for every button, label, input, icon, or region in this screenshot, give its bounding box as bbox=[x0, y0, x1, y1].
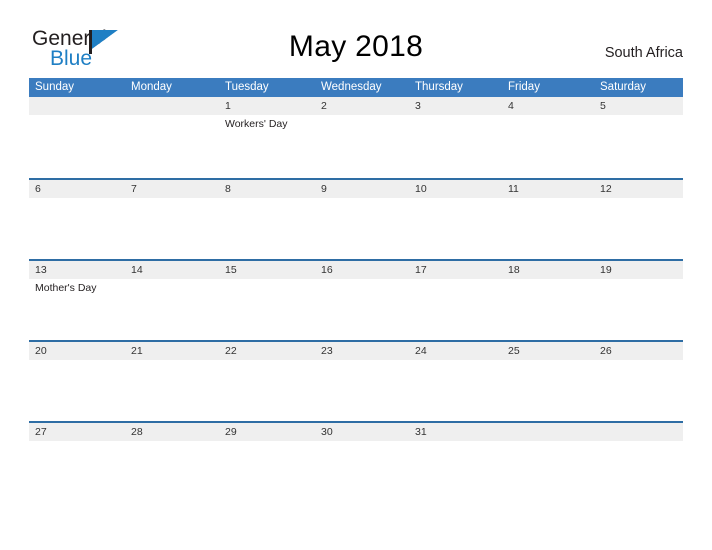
weekday-header-monday: Monday bbox=[131, 81, 172, 93]
calendar-weeks: 1 Workers' Day 2 3 4 5 6 7 8 9 10 11 12 13 Mother's Da… bbox=[29, 97, 683, 502]
day-number: 19 bbox=[600, 264, 612, 276]
calendar-day-cell[interactable]: 14 bbox=[125, 261, 219, 342]
country-label: South Africa bbox=[604, 45, 683, 61]
calendar-day-cell[interactable]: 23 bbox=[315, 342, 409, 423]
day-number: 6 bbox=[35, 183, 41, 195]
day-number: 18 bbox=[508, 264, 520, 276]
week-cells: 6 7 8 9 10 11 12 bbox=[29, 180, 683, 261]
calendar-day-cell[interactable]: 4 bbox=[502, 97, 594, 178]
weekday-header-thursday: Thursday bbox=[415, 81, 463, 93]
calendar-day-cell[interactable]: 30 bbox=[315, 423, 409, 504]
day-number: 22 bbox=[225, 345, 237, 357]
weekday-header-saturday: Saturday bbox=[600, 81, 647, 93]
calendar-day-cell[interactable]: 13 Mother's Day bbox=[29, 261, 125, 342]
calendar-day-cell[interactable]: 5 bbox=[594, 97, 683, 178]
day-number: 30 bbox=[321, 426, 333, 438]
calendar-day-cell[interactable]: 10 bbox=[409, 180, 502, 261]
calendar-day-cell[interactable]: 25 bbox=[502, 342, 594, 423]
day-number: 23 bbox=[321, 345, 333, 357]
day-number: 3 bbox=[415, 100, 421, 112]
day-event-label: Mother's Day bbox=[35, 282, 97, 294]
day-number: 7 bbox=[131, 183, 137, 195]
calendar-week-row: 27 28 29 30 31 bbox=[29, 421, 683, 502]
day-number: 9 bbox=[321, 183, 327, 195]
calendar-day-cell-empty bbox=[29, 97, 125, 178]
day-number: 13 bbox=[35, 264, 47, 276]
calendar-day-cell[interactable]: 1 Workers' Day bbox=[219, 97, 315, 178]
day-number: 14 bbox=[131, 264, 143, 276]
calendar-day-cell-empty bbox=[502, 423, 594, 504]
calendar-week-row: 6 7 8 9 10 11 12 bbox=[29, 178, 683, 259]
calendar-day-cell[interactable]: 22 bbox=[219, 342, 315, 423]
weekday-header-row: Sunday Monday Tuesday Wednesday Thursday Frid… bbox=[29, 78, 683, 97]
day-number: 28 bbox=[131, 426, 143, 438]
calendar-day-cell[interactable]: 20 bbox=[29, 342, 125, 423]
calendar-day-cell[interactable]: 7 bbox=[125, 180, 219, 261]
day-number: 11 bbox=[508, 183, 519, 195]
calendar-day-cell[interactable]: 8 bbox=[219, 180, 315, 261]
calendar-day-cell[interactable]: 29 bbox=[219, 423, 315, 504]
day-number: 31 bbox=[415, 426, 427, 438]
calendar-week-row: 20 21 22 23 24 25 26 bbox=[29, 340, 683, 421]
day-number: 15 bbox=[225, 264, 237, 276]
calendar-page: General Blue May 2018 South Africa Sunda… bbox=[0, 0, 712, 550]
calendar-week-row: 13 Mother's Day 14 15 16 17 18 19 bbox=[29, 259, 683, 340]
day-number: 21 bbox=[131, 345, 143, 357]
calendar-day-cell-empty bbox=[125, 97, 219, 178]
week-cells: 1 Workers' Day 2 3 4 5 bbox=[29, 97, 683, 178]
weekday-header-sunday: Sunday bbox=[35, 81, 75, 93]
day-event-label: Workers' Day bbox=[225, 118, 288, 130]
day-number: 27 bbox=[35, 426, 47, 438]
calendar-day-cell[interactable]: 9 bbox=[315, 180, 409, 261]
calendar-day-cell[interactable]: 12 bbox=[594, 180, 683, 261]
calendar-day-cell[interactable]: 3 bbox=[409, 97, 502, 178]
calendar-day-cell[interactable]: 17 bbox=[409, 261, 502, 342]
calendar-day-cell[interactable]: 2 bbox=[315, 97, 409, 178]
week-cells: 13 Mother's Day 14 15 16 17 18 19 bbox=[29, 261, 683, 342]
day-number: 26 bbox=[600, 345, 612, 357]
weekday-header-tuesday: Tuesday bbox=[225, 81, 269, 93]
calendar-day-cell[interactable]: 16 bbox=[315, 261, 409, 342]
day-number: 24 bbox=[415, 345, 427, 357]
day-number: 20 bbox=[35, 345, 47, 357]
day-number: 12 bbox=[600, 183, 612, 195]
day-number: 2 bbox=[321, 100, 327, 112]
calendar-day-cell-empty bbox=[594, 423, 683, 504]
weekday-header-wednesday: Wednesday bbox=[321, 81, 382, 93]
week-cells: 27 28 29 30 31 bbox=[29, 423, 683, 504]
calendar-week-row: 1 Workers' Day 2 3 4 5 bbox=[29, 97, 683, 178]
weekday-header-friday: Friday bbox=[508, 81, 540, 93]
calendar-day-cell[interactable]: 18 bbox=[502, 261, 594, 342]
day-number: 8 bbox=[225, 183, 231, 195]
calendar-day-cell[interactable]: 26 bbox=[594, 342, 683, 423]
day-number: 25 bbox=[508, 345, 520, 357]
calendar-day-cell[interactable]: 31 bbox=[409, 423, 502, 504]
calendar-day-cell[interactable]: 28 bbox=[125, 423, 219, 504]
page-header: General Blue May 2018 South Africa bbox=[0, 0, 712, 76]
calendar-day-cell[interactable]: 27 bbox=[29, 423, 125, 504]
calendar-day-cell[interactable]: 24 bbox=[409, 342, 502, 423]
day-number: 5 bbox=[600, 100, 606, 112]
day-number: 29 bbox=[225, 426, 237, 438]
week-cells: 20 21 22 23 24 25 26 bbox=[29, 342, 683, 423]
day-number: 10 bbox=[415, 183, 427, 195]
day-number: 17 bbox=[415, 264, 427, 276]
day-number: 16 bbox=[321, 264, 333, 276]
calendar-day-cell[interactable]: 15 bbox=[219, 261, 315, 342]
calendar-day-cell[interactable]: 6 bbox=[29, 180, 125, 261]
calendar-day-cell[interactable]: 19 bbox=[594, 261, 683, 342]
day-number: 1 bbox=[225, 100, 231, 112]
calendar-day-cell[interactable]: 11 bbox=[502, 180, 594, 261]
calendar-grid: Sunday Monday Tuesday Wednesday Thursday Frid… bbox=[29, 78, 683, 502]
day-number: 4 bbox=[508, 100, 514, 112]
calendar-day-cell[interactable]: 21 bbox=[125, 342, 219, 423]
